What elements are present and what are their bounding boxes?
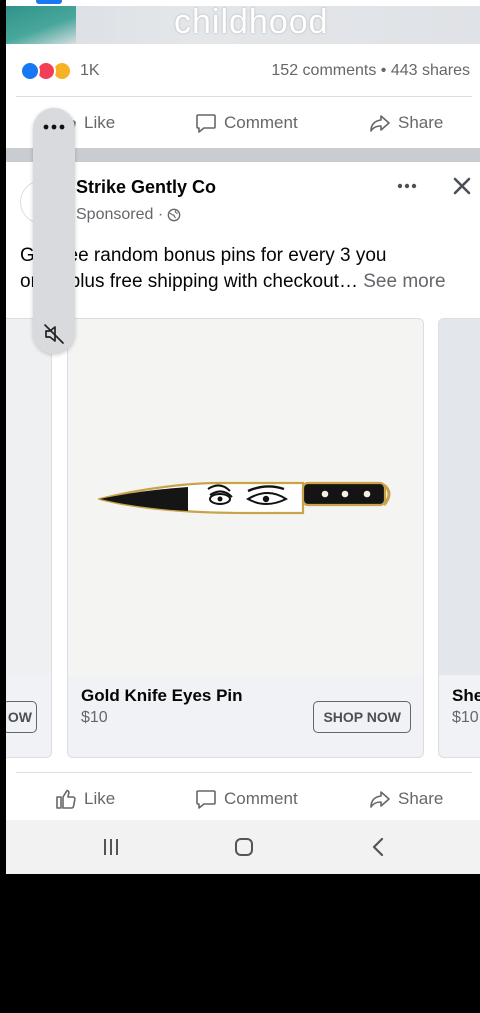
more-options-icon[interactable]: [43, 122, 65, 132]
more-icon[interactable]: [396, 176, 418, 196]
recents-icon[interactable]: [100, 836, 122, 858]
carousel-card-next[interactable]: She $10: [438, 318, 480, 758]
close-icon[interactable]: [452, 176, 472, 196]
reaction-count[interactable]: 1K: [80, 62, 100, 80]
system-navigation-bar: [6, 820, 480, 874]
product-image: [439, 319, 480, 675]
comment-icon: [196, 114, 216, 133]
floating-video-controls[interactable]: [33, 108, 75, 354]
product-title: She: [452, 686, 480, 705]
share-button[interactable]: Share: [368, 103, 443, 143]
active-tab-indicator: [36, 0, 62, 4]
shop-now-button[interactable]: SHOP NOW: [313, 701, 411, 733]
comment-label: Comment: [224, 789, 298, 808]
reactions-row: 1K 152 comments • 443 shares: [6, 56, 480, 86]
comment-icon: [196, 790, 216, 809]
comments-shares-count[interactable]: 152 comments • 443 shares: [271, 62, 470, 80]
share-label: Share: [398, 113, 444, 132]
sponsored-post-action-bar: Like Comment Share: [6, 779, 480, 819]
share-icon: [370, 115, 390, 132]
post-body-text: Get free random bonus pins for every 3 y…: [20, 243, 472, 295]
product-price: $10: [81, 709, 108, 726]
like-icon: [56, 789, 76, 809]
page-name[interactable]: Strike Gently Co: [76, 177, 216, 198]
back-icon[interactable]: [368, 836, 390, 858]
carousel-card[interactable]: Gold Knife Eyes Pin $10 SHOP NOW: [67, 318, 424, 758]
like-label: Like: [84, 113, 116, 132]
globe-icon: [167, 208, 181, 222]
sponsored-label: Sponsored ·: [76, 206, 181, 224]
post-separator: [6, 148, 480, 162]
like-button[interactable]: Like: [54, 779, 115, 819]
carousel-card-previous[interactable]: OW: [6, 318, 52, 758]
comment-button[interactable]: Comment: [194, 779, 298, 819]
shop-now-button[interactable]: OW: [6, 701, 37, 733]
like-reaction-icon: [20, 61, 40, 81]
see-more-link[interactable]: See more: [363, 271, 445, 292]
post-text-line-1: Get free random bonus pins for every 3 y…: [20, 245, 387, 266]
product-title: Gold Knife Eyes Pin: [81, 686, 243, 705]
share-icon: [370, 791, 390, 808]
divider: [16, 772, 472, 773]
comment-button[interactable]: Comment: [194, 103, 298, 143]
mute-icon[interactable]: [42, 322, 66, 346]
product-image: [6, 319, 51, 675]
previous-post-action-bar: Like Comment Share: [6, 103, 480, 143]
product-price: $10: [452, 709, 479, 726]
product-image[interactable]: [68, 319, 423, 675]
share-label: Share: [398, 789, 444, 808]
knife-pin-image: [98, 481, 391, 515]
previous-post-image[interactable]: childhood: [6, 0, 480, 44]
like-label: Like: [84, 789, 116, 808]
divider: [16, 96, 472, 97]
facebook-feed-screen: childhood 1K 152 comments • 443 shares L…: [6, 0, 480, 874]
image-caption: childhood: [174, 3, 329, 41]
comment-label: Comment: [224, 113, 298, 132]
reaction-icons[interactable]: [20, 61, 80, 83]
share-button[interactable]: Share: [368, 779, 443, 819]
home-icon[interactable]: [233, 836, 255, 858]
